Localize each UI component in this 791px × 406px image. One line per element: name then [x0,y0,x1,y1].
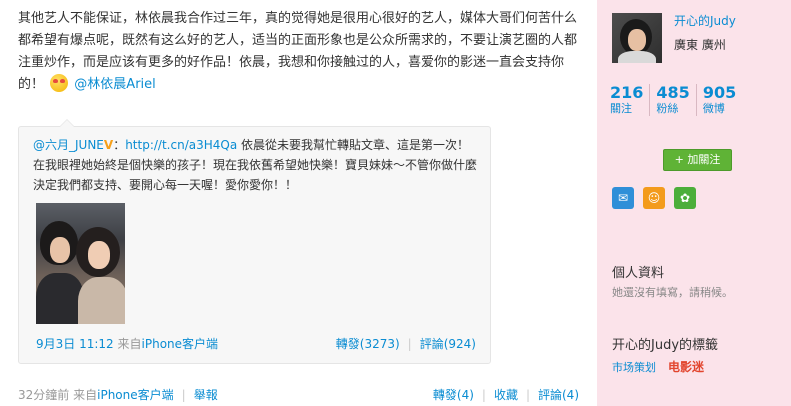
repost-source-link[interactable]: iPhone客户端 [142,337,219,351]
repost-time-link[interactable]: 9月3日 11:12 [36,337,114,351]
tag-marketing[interactable]: 市场策划 [612,361,656,374]
profile-name-link[interactable]: 开心的Judy [674,12,736,29]
profile-stats: 216 關注 485 粉絲 905 微博 [610,84,742,116]
repost-author-link[interactable]: @六月_JUNE [33,138,104,152]
profile-sidebar: 开心的Judy 廣東 廣州 216 關注 485 粉絲 905 微博 + 加關注… [597,0,791,406]
repost-meta: 9月3日 11:12 来自iPhone客户端 [36,335,218,352]
repost-short-link[interactable]: http://t.cn/a3H4Qa [125,138,237,152]
stat-weibo[interactable]: 905 微博 [695,84,742,116]
repost-forward-link[interactable]: 轉發(3273) [336,337,400,351]
repost-source-prefix: 来自 [117,337,142,351]
forward-link[interactable]: 轉發(4) [433,388,474,402]
love-emoji-icon [50,74,69,92]
post-source-link[interactable]: iPhone客户端 [97,388,174,402]
repost-actions: 轉發(3273) | 評論(924) [335,337,476,351]
medal-badges: ✉ ☺ ✿ [612,187,696,209]
post-time[interactable]: 32分鐘前 [18,388,69,402]
post-meta: 32分鐘前 来自iPhone客户端 | 舉報 [18,388,218,402]
profile-location: 廣東 廣州 [674,38,726,52]
medal-chat-icon[interactable]: ✉ [612,187,634,209]
tag-movie-fan[interactable]: 电影迷 [668,360,704,374]
avatar[interactable] [612,13,662,63]
verified-badge-icon: V [103,138,114,152]
medal-smile-icon[interactable]: ☺ [643,187,665,209]
report-link[interactable]: 舉報 [194,388,218,402]
post-actions: 轉發(4) | 收藏 | 評論(4) [432,388,579,402]
profile-info-title: 個人資料 [612,266,665,281]
tag-list: 市场策划 电影迷 [612,358,704,375]
post-source-prefix: 来自 [73,388,98,402]
favorite-link[interactable]: 收藏 [494,388,518,402]
stat-fans[interactable]: 485 粉絲 [649,84,695,116]
mention-link[interactable]: @林依晨Ariel [74,77,155,92]
medal-leaf-icon[interactable]: ✿ [674,187,696,209]
repost-comment-link[interactable]: 評論(924) [420,337,476,351]
repost-content: @六月_JUNEV：http://t.cn/a3H4Qa 依晨從未要我幫忙轉貼文… [33,138,478,192]
weibo-main: 其他艺人不能保证，林依晨我合作过三年，真的觉得她是很用心很好的艺人，媒体大哥们何… [0,0,597,406]
repost-box: @六月_JUNEV：http://t.cn/a3H4Qa 依晨從未要我幫忙轉貼文… [18,119,491,364]
repost-photo[interactable] [36,203,125,324]
repost-pointer [59,119,75,127]
tags-title: 开心的Judy的標籤 [612,338,719,353]
follow-button[interactable]: + 加關注 [663,149,732,171]
stat-following[interactable]: 216 關注 [610,84,649,116]
post-body: 其他艺人不能保证，林依晨我合作过三年，真的觉得她是很用心很好的艺人，媒体大哥们何… [18,8,584,96]
comment-link[interactable]: 評論(4) [538,388,579,402]
profile-info-text: 她還沒有填寫，請稍候。 [612,286,733,299]
